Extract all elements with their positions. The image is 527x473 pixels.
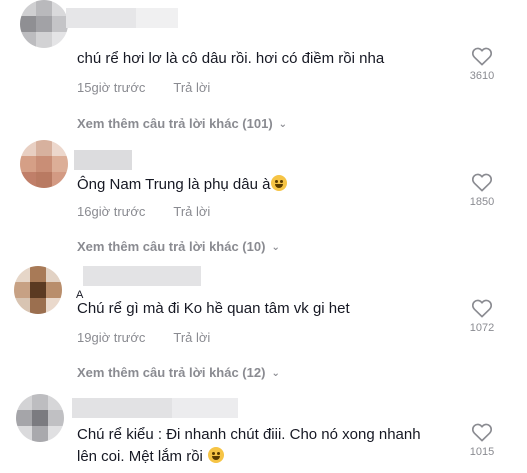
view-more-replies[interactable]: Xem thêm câu trả lời khác (101) ⌄	[77, 116, 287, 131]
like-count: 1015	[469, 446, 495, 458]
comment-meta: 19giờ trước Trả lời	[77, 330, 210, 345]
like-count: 1072	[469, 322, 495, 334]
comment-meta: 16giờ trước Trả lời	[77, 204, 210, 219]
like-count: 3610	[469, 70, 495, 82]
comment-text: chú rể hơi lơ là cô dâu rồi. hơi có điềm…	[77, 50, 385, 67]
view-more-replies[interactable]: Xem thêm câu trả lời khác (10) ⌄	[77, 239, 280, 254]
reply-button[interactable]: Trả lời	[173, 330, 210, 345]
chevron-down-icon: ⌄	[271, 242, 280, 253]
like-button[interactable]: 1850	[462, 172, 502, 208]
heart-outline-icon	[471, 423, 493, 442]
username-blurred[interactable]	[74, 150, 132, 170]
avatar[interactable]	[20, 140, 68, 188]
view-more-replies[interactable]: Xem thêm câu trả lời khác (12) ⌄	[77, 365, 280, 380]
chevron-down-icon: ⌄	[278, 119, 288, 130]
like-button[interactable]: 1072	[462, 298, 502, 334]
comment-text: Ông Nam Trung là phụ dâu à	[77, 174, 457, 196]
heart-outline-icon	[471, 47, 493, 66]
reply-button[interactable]: Trả lời	[173, 204, 210, 219]
like-button[interactable]: 1015	[462, 422, 502, 458]
reply-button[interactable]: Trả lời	[173, 80, 210, 95]
grinning-sweat-emoji	[271, 175, 288, 191]
comment-time: 16giờ trước	[77, 204, 146, 219]
like-button[interactable]: 3610	[462, 46, 502, 82]
view-more-label: Xem thêm câu trả lời khác (12)	[77, 365, 266, 380]
tired-face-emoji	[208, 447, 225, 463]
comment-meta: 15giờ trước Trả lời	[77, 80, 210, 95]
avatar[interactable]	[20, 0, 68, 48]
view-more-label: Xem thêm câu trả lời khác (10)	[77, 239, 266, 254]
username-blurred[interactable]	[72, 398, 238, 418]
heart-outline-icon	[471, 173, 493, 192]
comment-text-line2: lên coi. Mệt lắm rồi	[77, 448, 203, 465]
comment-text-line1: Chú rể kiểu : Đi nhanh chút điii. Cho nó…	[77, 426, 421, 443]
view-more-label: Xem thêm câu trả lời khác (101)	[77, 116, 273, 131]
avatar[interactable]	[16, 394, 64, 442]
comment-time: 19giờ trước	[77, 330, 146, 345]
comment-text-content: Ông Nam Trung là phụ dâu à	[77, 176, 271, 193]
comment-time: 15giờ trước	[77, 80, 146, 95]
like-count: 1850	[469, 196, 495, 208]
comment-text: Chú rể kiểu : Đi nhanh chút điii. Cho nó…	[77, 424, 457, 468]
username-blurred[interactable]	[66, 8, 178, 28]
heart-outline-icon	[471, 299, 493, 318]
chevron-down-icon: ⌄	[271, 368, 280, 379]
username-blurred[interactable]: A	[76, 266, 202, 301]
comment-text: Chú rể gì mà đi Ko hề quan tâm vk gi het	[77, 300, 350, 317]
avatar[interactable]	[14, 266, 62, 314]
